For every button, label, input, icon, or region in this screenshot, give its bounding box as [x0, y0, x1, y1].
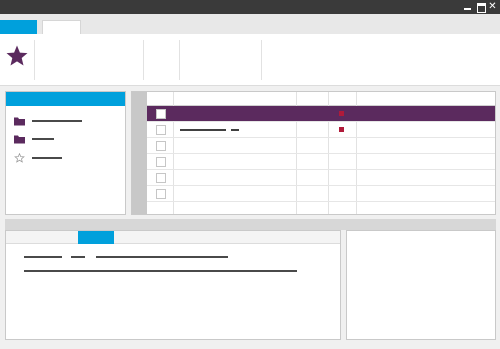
- nav-item-favorites[interactable]: [14, 153, 124, 163]
- side-panel: [346, 230, 496, 340]
- ribbon-separator: [34, 40, 35, 80]
- table-row-selected[interactable]: [147, 106, 495, 122]
- nav-item-label: [32, 157, 62, 159]
- grid-header: [147, 92, 495, 106]
- status-indicator: [339, 127, 344, 132]
- row-checkbox[interactable]: [156, 173, 166, 183]
- table-row[interactable]: [147, 122, 495, 138]
- close-icon[interactable]: ✕: [487, 1, 498, 12]
- maximize-icon[interactable]: [475, 1, 486, 13]
- table-row[interactable]: [147, 138, 495, 154]
- minimize-icon[interactable]: [462, 1, 473, 12]
- cell-text: [180, 129, 226, 131]
- grid-gutter: [132, 92, 147, 214]
- item-list-grid: [131, 91, 496, 215]
- folder-icon: [14, 135, 25, 144]
- table-row[interactable]: [147, 170, 495, 186]
- ribbon-toolbar: [0, 34, 500, 86]
- nav-item-label: [32, 120, 82, 122]
- row-checkbox[interactable]: [156, 141, 166, 151]
- detail-field-label: [24, 256, 62, 258]
- detail-field-value: [96, 256, 228, 258]
- detail-panel: [5, 230, 341, 340]
- star-outline-icon: [14, 153, 25, 163]
- nav-item-folder-2[interactable]: [14, 134, 124, 144]
- splitter-bar[interactable]: [5, 219, 496, 230]
- folder-icon: [14, 117, 25, 126]
- row-checkbox[interactable]: [156, 125, 166, 135]
- row-checkbox[interactable]: [156, 109, 166, 119]
- ribbon-separator: [179, 40, 180, 80]
- tab-strip: [0, 14, 500, 34]
- table-row[interactable]: [147, 154, 495, 170]
- nav-item-label: [32, 138, 54, 140]
- nav-item-folder-1[interactable]: [14, 116, 124, 126]
- row-checkbox[interactable]: [156, 157, 166, 167]
- tab-inactive[interactable]: [42, 20, 81, 34]
- row-checkbox[interactable]: [156, 189, 166, 199]
- tab-active[interactable]: [0, 20, 37, 34]
- navigation-panel: [5, 91, 126, 215]
- navigation-panel-header: [6, 92, 125, 106]
- detail-description: [24, 270, 297, 272]
- detail-field-value: [71, 256, 85, 258]
- ribbon-separator: [143, 40, 144, 80]
- status-indicator: [339, 111, 344, 116]
- detail-tab-active[interactable]: [78, 231, 114, 244]
- detail-tab-bar: [6, 231, 340, 244]
- star-icon[interactable]: [5, 44, 29, 68]
- window-titlebar: ✕: [0, 0, 500, 14]
- table-row[interactable]: [147, 186, 495, 202]
- ribbon-separator: [261, 40, 262, 80]
- cell-text: [231, 129, 239, 131]
